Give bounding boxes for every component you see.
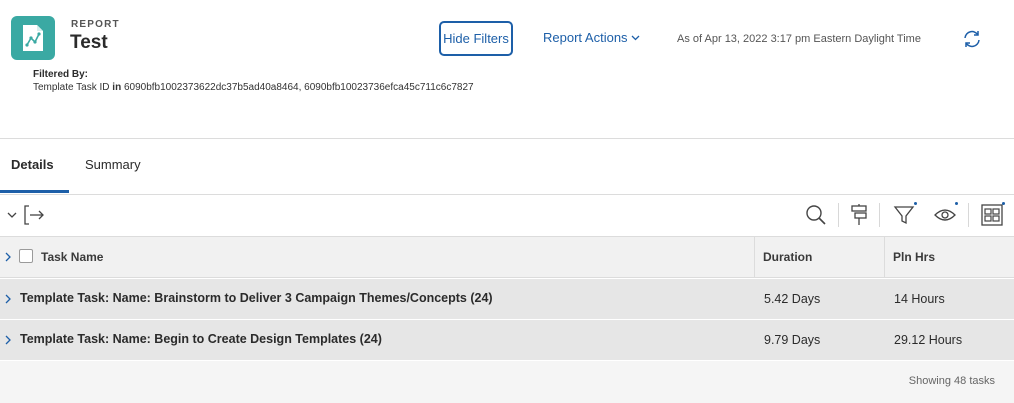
report-chart-icon xyxy=(11,16,55,60)
table-toolbar xyxy=(0,195,1014,236)
view-active-dot xyxy=(955,202,958,205)
duration-cell: 9.79 Days xyxy=(764,333,821,347)
report-header: REPORT Test Hide Filters Report Actions … xyxy=(0,0,1014,139)
hide-filters-button[interactable]: Hide Filters xyxy=(439,21,513,56)
chevron-down-icon xyxy=(631,35,640,40)
filter-operator: in xyxy=(112,82,122,93)
planned-hours-cell: 14 Hours xyxy=(894,292,945,306)
column-header-duration[interactable]: Duration xyxy=(763,250,812,264)
refresh-icon[interactable] xyxy=(961,28,983,50)
task-group-name: Template Task: Name: Begin to Create Des… xyxy=(20,332,382,346)
layout-active-dot xyxy=(1002,202,1005,205)
filter-icon[interactable] xyxy=(892,203,916,227)
planned-hours-cell: 29.12 Hours xyxy=(894,333,963,347)
filter-description: Template Task ID in 6090bfb1002373622dc3… xyxy=(33,82,474,93)
view-eye-icon[interactable] xyxy=(933,203,957,227)
tab-bar: Details Summary xyxy=(0,139,1014,195)
table-header: Task Name Duration Pln Hrs xyxy=(0,236,1014,278)
column-divider xyxy=(884,237,885,278)
column-divider xyxy=(754,237,755,278)
expand-row-chevron-icon[interactable] xyxy=(4,293,12,305)
task-group-name: Template Task: Name: Brainstorm to Deliv… xyxy=(20,291,493,305)
toolbar-divider xyxy=(968,203,969,227)
page-title: Test xyxy=(70,32,108,53)
collapse-chevron-icon[interactable] xyxy=(0,203,24,227)
grid-layout-icon[interactable] xyxy=(980,203,1004,227)
expand-all-chevron-icon[interactable] xyxy=(4,251,12,263)
table-footer: Showing 48 tasks xyxy=(0,361,1014,403)
column-header-planned-hours[interactable]: Pln Hrs xyxy=(893,250,935,264)
expand-row-chevron-icon[interactable] xyxy=(4,334,12,346)
report-actions-label: Report Actions xyxy=(543,30,628,45)
tab-details[interactable]: Details xyxy=(11,157,54,172)
report-actions-menu[interactable]: Report Actions xyxy=(543,30,640,45)
filtered-by-label: Filtered By: xyxy=(33,69,89,80)
filter-values: 6090bfb1002373622dc37b5ad40a8464, 6090bf… xyxy=(123,82,474,93)
active-tab-indicator xyxy=(0,190,69,193)
filter-active-dot xyxy=(914,202,917,205)
as-of-timestamp: As of Apr 13, 2022 3:17 pm Eastern Dayli… xyxy=(677,33,921,45)
tab-summary[interactable]: Summary xyxy=(85,157,141,172)
table-row[interactable]: Template Task: Name: Begin to Create Des… xyxy=(0,320,1014,361)
toolbar-divider xyxy=(838,203,839,227)
grouping-icon[interactable] xyxy=(847,203,871,227)
toolbar-divider xyxy=(879,203,880,227)
filter-field: Template Task ID xyxy=(33,82,110,93)
task-count: Showing 48 tasks xyxy=(908,375,995,387)
report-kicker: REPORT xyxy=(71,19,120,30)
column-header-task-name[interactable]: Task Name xyxy=(41,250,103,264)
search-icon[interactable] xyxy=(804,203,828,227)
duration-cell: 5.42 Days xyxy=(764,292,821,306)
export-icon[interactable] xyxy=(22,203,46,227)
table-row[interactable]: Template Task: Name: Brainstorm to Deliv… xyxy=(0,279,1014,320)
select-all-checkbox[interactable] xyxy=(19,249,33,263)
